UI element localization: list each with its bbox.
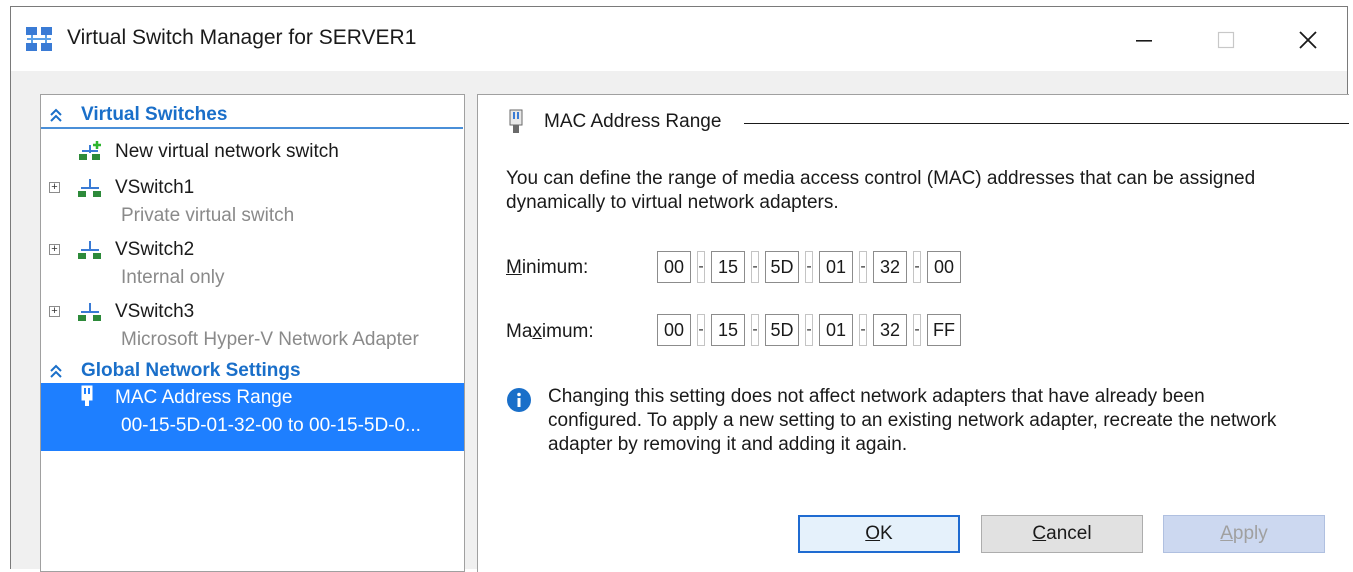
switch-type: Microsoft Hyper-V Network Adapter — [121, 329, 419, 350]
mac-octet-input[interactable]: 00 — [657, 251, 691, 283]
minimize-icon — [1136, 40, 1152, 42]
mac-separator: - — [751, 314, 759, 346]
switch-name: VSwitch1 — [115, 177, 195, 198]
network-adapter-icon — [81, 385, 93, 406]
mac-separator: - — [697, 314, 705, 346]
close-button[interactable] — [1285, 21, 1331, 59]
mac-octet-input[interactable]: 15 — [711, 251, 745, 283]
collapse-chevron-icon — [50, 108, 62, 122]
mac-separator: - — [697, 251, 705, 283]
network-switch-icon — [78, 241, 101, 259]
group-virtual-switches[interactable]: Virtual Switches — [41, 103, 463, 129]
mac-separator: - — [751, 251, 759, 283]
minimize-button[interactable] — [1121, 21, 1167, 59]
network-switch-icon — [78, 303, 101, 321]
section-title: MAC Address Range — [544, 111, 732, 133]
cancel-button[interactable]: Cancel — [981, 515, 1143, 553]
tree-item-vswitch1[interactable]: + VSwitch1 Private virtual switch — [41, 173, 463, 229]
mac-octet-input[interactable]: 32 — [873, 314, 907, 346]
mac-octet-input[interactable]: 00 — [657, 314, 691, 346]
mac-separator: - — [805, 314, 813, 346]
switch-manager-icon — [26, 27, 52, 51]
window-title: Virtual Switch Manager for SERVER1 — [67, 26, 417, 49]
close-icon — [1299, 31, 1317, 49]
group-label: Global Network Settings — [81, 360, 301, 381]
virtual-switch-manager-window: Virtual Switch Manager for SERVER1 Virtu… — [10, 6, 1349, 572]
mac-separator: - — [913, 251, 921, 283]
mac-octet-input[interactable]: FF — [927, 314, 961, 346]
mac-separator: - — [859, 314, 867, 346]
info-icon — [507, 388, 531, 412]
navigation-tree: Virtual Switches New virtual network swi… — [40, 94, 465, 572]
info-message: Changing this setting does not affect ne… — [548, 386, 1277, 455]
mac-octet-input[interactable]: 15 — [711, 314, 745, 346]
tree-item-mac-address-range[interactable]: MAC Address Range 00-15-5D-01-32-00 to 0… — [41, 383, 464, 451]
expand-icon[interactable]: + — [49, 244, 60, 255]
minimum-label: Minimum: — [506, 257, 589, 278]
maximize-button[interactable] — [1203, 21, 1249, 59]
mac-octet-input[interactable]: 01 — [819, 251, 853, 283]
mac-octet-input[interactable]: 5D — [765, 251, 799, 283]
group-label: Virtual Switches — [81, 104, 228, 125]
switch-name: VSwitch3 — [115, 301, 195, 322]
mac-octet-input[interactable]: 5D — [765, 314, 799, 346]
description-text: You can define the range of media access… — [506, 168, 1256, 213]
group-global-network-settings[interactable]: Global Network Settings — [41, 359, 463, 385]
network-adapter-icon — [509, 109, 523, 133]
maximum-label: Maximum: — [506, 321, 594, 342]
tree-item-vswitch3[interactable]: + VSwitch3 Microsoft Hyper-V Network Ada… — [41, 297, 463, 353]
section-divider — [744, 123, 1349, 124]
network-switch-icon — [78, 179, 101, 197]
mac-separator: - — [805, 251, 813, 283]
new-virtual-switch-item[interactable]: New virtual network switch — [41, 139, 463, 165]
mac-separator: - — [859, 251, 867, 283]
new-switch-label: New virtual network switch — [115, 141, 339, 162]
mac-octet-input[interactable]: 32 — [873, 251, 907, 283]
maximize-icon — [1217, 31, 1235, 49]
expand-icon[interactable]: + — [49, 182, 60, 193]
collapse-chevron-icon — [50, 364, 62, 378]
apply-button[interactable]: Apply — [1163, 515, 1325, 553]
new-switch-icon — [79, 141, 101, 160]
mac-item-value: 00-15-5D-01-32-00 to 00-15-5D-0... — [121, 415, 421, 436]
ok-button[interactable]: OK — [798, 515, 960, 553]
mac-octet-input[interactable]: 01 — [819, 314, 853, 346]
maximum-mac-input: 00 - 15 - 5D - 01 - 32 - FF — [653, 313, 965, 347]
title-bar: Virtual Switch Manager for SERVER1 — [11, 7, 1347, 71]
minimum-mac-input: 00 - 15 - 5D - 01 - 32 - 00 — [653, 250, 965, 284]
details-pane: MAC Address Range You can define the ran… — [477, 94, 1349, 572]
switch-name: VSwitch2 — [115, 239, 195, 260]
tree-item-vswitch2[interactable]: + VSwitch2 Internal only — [41, 235, 463, 291]
expand-icon[interactable]: + — [49, 306, 60, 317]
switch-type: Private virtual switch — [121, 205, 295, 226]
mac-octet-input[interactable]: 00 — [927, 251, 961, 283]
mac-separator: - — [913, 314, 921, 346]
mac-item-label: MAC Address Range — [115, 387, 293, 408]
switch-type: Internal only — [121, 267, 225, 288]
